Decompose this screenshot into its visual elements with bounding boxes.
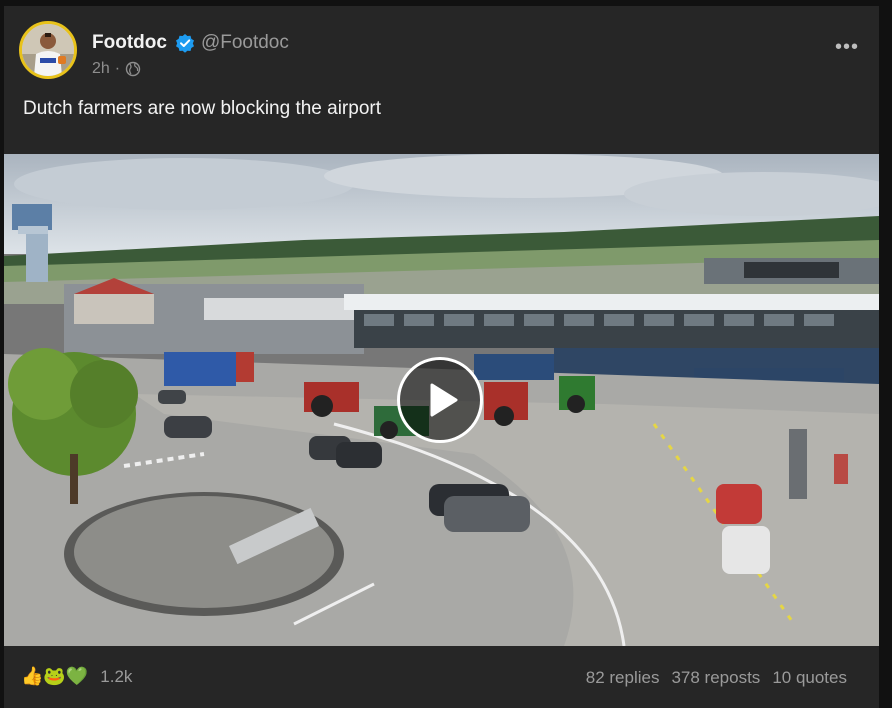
meta-separator: · bbox=[114, 60, 121, 77]
reaction-emoji: 👍 bbox=[21, 666, 44, 686]
video-player[interactable] bbox=[4, 154, 879, 646]
quotes-count[interactable]: 10 quotes bbox=[772, 668, 847, 688]
post-card: Footdoc @Footdoc 2h · ••• Dutch farmers … bbox=[4, 6, 879, 708]
globe-icon bbox=[125, 61, 141, 77]
post-time[interactable]: 2h bbox=[92, 60, 110, 78]
play-icon bbox=[430, 383, 458, 417]
reposts-count[interactable]: 378 reposts bbox=[671, 668, 760, 688]
replies-count[interactable]: 82 replies bbox=[586, 668, 660, 688]
post-meta: 2h · bbox=[92, 60, 141, 78]
avatar-image bbox=[22, 24, 74, 76]
reactions-button[interactable]: 👍 🐸 💚 1.2k bbox=[21, 666, 132, 687]
more-options-button[interactable]: ••• bbox=[835, 36, 859, 59]
post-footer: 👍 🐸 💚 1.2k 82 replies 378 reposts 10 quo… bbox=[4, 664, 879, 694]
post-stats: 82 replies 378 reposts 10 quotes bbox=[574, 668, 847, 688]
reaction-emoji: 💚 bbox=[65, 666, 89, 686]
post-text: Dutch farmers are now blocking the airpo… bbox=[23, 98, 381, 119]
play-button[interactable] bbox=[397, 357, 483, 443]
display-name[interactable]: Footdoc bbox=[92, 32, 167, 54]
verified-badge-icon bbox=[175, 34, 194, 53]
reaction-count: 1.2k bbox=[100, 666, 133, 686]
author-row: Footdoc @Footdoc bbox=[92, 32, 289, 54]
handle[interactable]: @Footdoc bbox=[201, 32, 289, 54]
reaction-emoji: 🐸 bbox=[43, 666, 66, 686]
avatar[interactable] bbox=[19, 21, 77, 79]
